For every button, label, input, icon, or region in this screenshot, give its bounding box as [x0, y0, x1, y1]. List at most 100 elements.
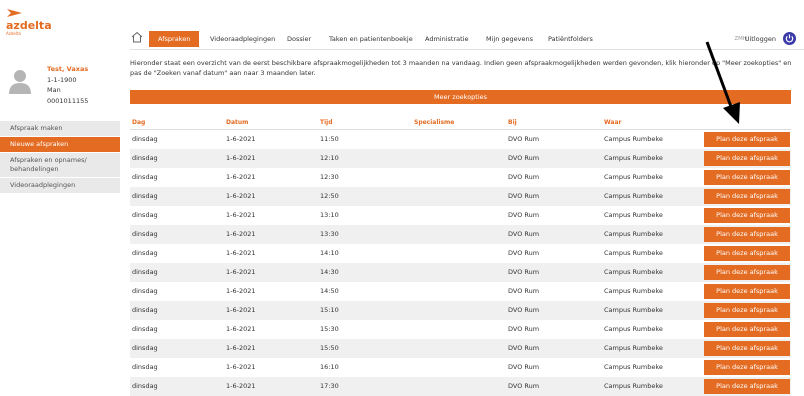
cell-tijd: 14:30 [320, 268, 339, 276]
plan-appointment-button[interactable]: Plan deze afspraak [704, 151, 790, 166]
cell-bij: DVO Rum [508, 287, 540, 295]
cell-tijd: 15:50 [320, 344, 339, 352]
azdelta-logo-icon [7, 9, 22, 17]
plan-appointment-button[interactable]: Plan deze afspraak [704, 246, 790, 261]
plan-appointment-button[interactable]: Plan deze afspraak [704, 322, 790, 337]
patient-info: Test, Vaxas 1-1-1900 Man 0001011155 [47, 64, 88, 106]
tab-dossier[interactable]: Dossier [287, 31, 311, 47]
cell-datum: 1-6-2021 [226, 230, 256, 238]
logo[interactable]: azdelta Azdelta [6, 8, 52, 36]
cell-dag: dinsdag [132, 325, 158, 333]
table-body: dinsdag 1-6-2021 11:50 DVO Rum Campus Rumbek… [130, 130, 791, 396]
patient-name: Test, Vaxas [47, 65, 89, 73]
cell-datum: 1-6-2021 [226, 325, 256, 333]
cell-tijd: 15:30 [320, 325, 339, 333]
cell-dag: dinsdag [132, 249, 158, 257]
cell-bij: DVO Rum [508, 211, 540, 219]
header-waar: Waar [604, 119, 622, 126]
cell-datum: 1-6-2021 [226, 287, 256, 295]
tab-patientfolders[interactable]: Patiëntfolders [548, 31, 593, 47]
plan-appointment-button[interactable]: Plan deze afspraak [704, 189, 790, 204]
plan-appointment-button[interactable]: Plan deze afspraak [704, 265, 790, 280]
cell-tijd: 13:30 [320, 230, 339, 238]
cell-tijd: 15:10 [320, 306, 339, 314]
table-header: Dag Datum Tijd Specialisme Bij Waar [130, 118, 791, 130]
tab-videoraadplegingen[interactable]: Videoraadplegingen [210, 31, 275, 47]
cell-waar: Campus Rumbeke [604, 382, 663, 390]
header-bij: Bij [508, 119, 517, 126]
patient-sex: Man [47, 86, 61, 94]
table-row: dinsdag 1-6-2021 14:50 DVO Rum Campus Rumbek… [130, 282, 791, 301]
cell-bij: DVO Rum [508, 325, 540, 333]
cell-dag: dinsdag [132, 173, 158, 181]
cell-dag: dinsdag [132, 344, 158, 352]
side-item-nieuwe-afspraken[interactable]: Nieuwe afspraken [0, 137, 120, 152]
plan-appointment-button[interactable]: Plan deze afspraak [704, 132, 790, 147]
plan-appointment-button[interactable]: Plan deze afspraak [704, 208, 790, 223]
cell-waar: Campus Rumbeke [604, 173, 663, 181]
avatar-icon [9, 70, 31, 94]
cell-bij: DVO Rum [508, 268, 540, 276]
plan-appointment-button[interactable]: Plan deze afspraak [704, 303, 790, 318]
cell-bij: DVO Rum [508, 249, 540, 257]
table-row: dinsdag 1-6-2021 14:30 DVO Rum Campus Rumbek… [130, 263, 791, 282]
power-icon[interactable] [783, 32, 796, 45]
home-icon[interactable] [130, 31, 144, 43]
cell-datum: 1-6-2021 [226, 306, 256, 314]
table-row: dinsdag 1-6-2021 12:30 DVO Rum Campus Rumbek… [130, 168, 791, 187]
table-row: dinsdag 1-6-2021 15:10 DVO Rum Campus Rumbek… [130, 301, 791, 320]
cell-waar: Campus Rumbeke [604, 344, 663, 352]
cell-waar: Campus Rumbeke [604, 268, 663, 276]
tab-mijn-gegevens[interactable]: Mijn gegevens [486, 31, 533, 47]
cell-tijd: 14:50 [320, 287, 339, 295]
cell-tijd: 17:30 [320, 382, 339, 390]
cell-datum: 1-6-2021 [226, 344, 256, 352]
cell-waar: Campus Rumbeke [604, 363, 663, 371]
cell-dag: dinsdag [132, 382, 158, 390]
cell-waar: Campus Rumbeke [604, 154, 663, 162]
cell-bij: DVO Rum [508, 135, 540, 143]
cell-datum: 1-6-2021 [226, 173, 256, 181]
cell-dag: dinsdag [132, 287, 158, 295]
table-row: dinsdag 1-6-2021 13:10 DVO Rum Campus Rumbek… [130, 206, 791, 225]
cell-tijd: 16:10 [320, 363, 339, 371]
logout-link[interactable]: Uitloggen [745, 31, 776, 47]
cell-tijd: 12:30 [320, 173, 339, 181]
cell-datum: 1-6-2021 [226, 363, 256, 371]
cell-bij: DVO Rum [508, 154, 540, 162]
cell-tijd: 11:50 [320, 135, 339, 143]
more-options-button[interactable]: Meer zoekopties [130, 90, 791, 104]
tab-taken[interactable]: Taken en patientenboekje [329, 31, 413, 47]
cell-waar: Campus Rumbeke [604, 192, 663, 200]
side-item-afspraak-maken[interactable]: Afspraak maken [0, 121, 120, 136]
side-item-afspraken-opnames[interactable]: Afspraken en opnames/ behandelingen [0, 153, 120, 177]
cell-datum: 1-6-2021 [226, 249, 256, 257]
cell-dag: dinsdag [132, 154, 158, 162]
cell-datum: 1-6-2021 [226, 154, 256, 162]
table-row: dinsdag 1-6-2021 16:10 DVO Rum Campus Rumbek… [130, 358, 791, 377]
cell-bij: DVO Rum [508, 306, 540, 314]
cell-bij: DVO Rum [508, 230, 540, 238]
table-row: dinsdag 1-6-2021 13:30 DVO Rum Campus Rumbek… [130, 225, 791, 244]
cell-tijd: 14:10 [320, 249, 339, 257]
plan-appointment-button[interactable]: Plan deze afspraak [704, 284, 790, 299]
plan-appointment-button[interactable]: Plan deze afspraak [704, 360, 790, 375]
cell-tijd: 12:50 [320, 192, 339, 200]
cell-waar: Campus Rumbeke [604, 249, 663, 257]
plan-appointment-button[interactable]: Plan deze afspraak [704, 227, 790, 242]
cell-waar: Campus Rumbeke [604, 135, 663, 143]
table-row: dinsdag 1-6-2021 14:10 DVO Rum Campus Rumbek… [130, 244, 791, 263]
cell-datum: 1-6-2021 [226, 135, 256, 143]
tab-administratie[interactable]: Administratie [425, 31, 468, 47]
cell-dag: dinsdag [132, 306, 158, 314]
table-row: dinsdag 1-6-2021 11:50 DVO Rum Campus Rumbek… [130, 130, 791, 149]
cell-datum: 1-6-2021 [226, 382, 256, 390]
tab-afspraken[interactable]: Afspraken [149, 31, 200, 47]
side-item-videoraadplegingen[interactable]: Videoraadplegingen [0, 178, 120, 193]
plan-appointment-button[interactable]: Plan deze afspraak [704, 341, 790, 356]
cell-bij: DVO Rum [508, 382, 540, 390]
cell-waar: Campus Rumbeke [604, 325, 663, 333]
patient-id: 0001011155 [47, 96, 89, 105]
patient-dob: 1-1-1900 [47, 75, 77, 84]
plan-appointment-button[interactable]: Plan deze afspraak [704, 170, 790, 185]
